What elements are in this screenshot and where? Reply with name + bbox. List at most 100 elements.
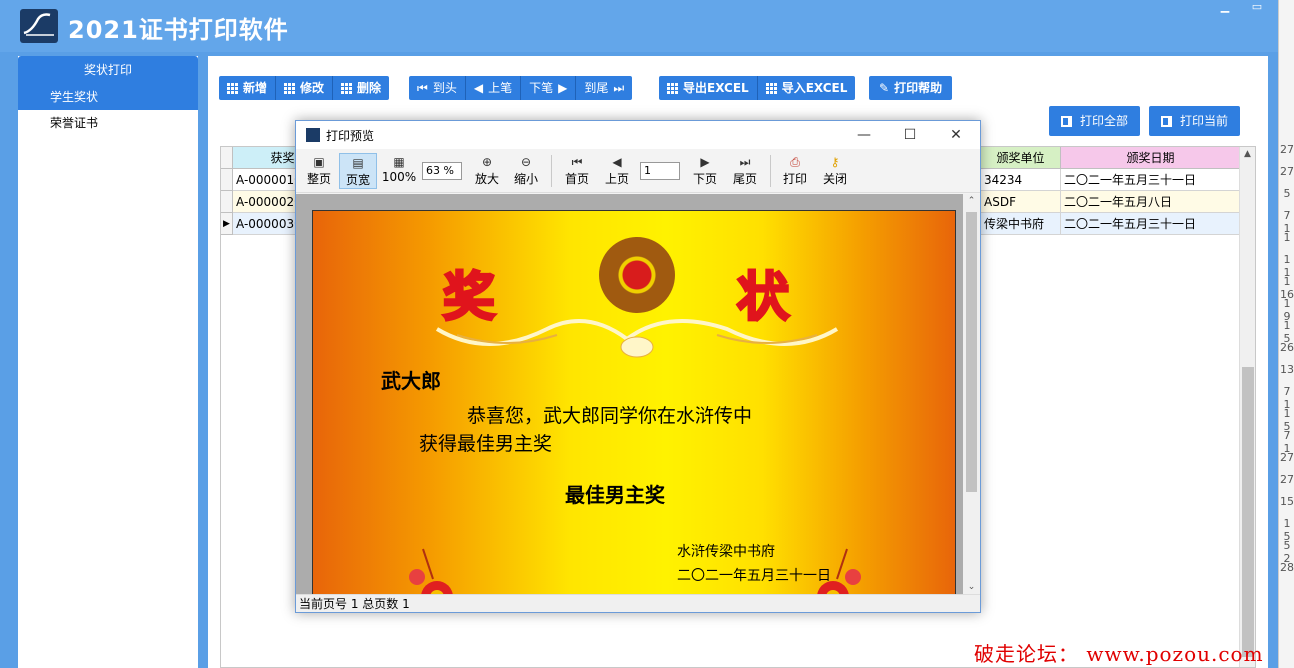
close-icon[interactable]: ✕: [933, 121, 979, 149]
print-icon: [1161, 115, 1172, 127]
import-excel-button[interactable]: 导入EXCEL: [758, 76, 856, 100]
first-record-button[interactable]: ⏮ 到头: [409, 76, 466, 100]
triangle-left-icon: ◀: [612, 155, 622, 169]
sidebar-item-student-award[interactable]: 学生奖状: [18, 84, 198, 110]
delete-label: 删除: [357, 81, 382, 95]
minimize-icon[interactable]: ▁: [1212, 0, 1238, 16]
first-label: 到头: [432, 81, 457, 95]
triangle-left-icon: ◀: [473, 81, 484, 95]
print-current-label: 打印当前: [1180, 114, 1229, 128]
add-button[interactable]: 新增: [219, 76, 277, 100]
zoom-in-label: 放大: [474, 172, 499, 186]
print-all-label: 打印全部: [1080, 114, 1129, 128]
table-cell-date[interactable]: 二〇二一年五月三十一日: [1061, 213, 1241, 235]
page-number-input[interactable]: 1: [640, 162, 680, 180]
import-excel-label: 导入EXCEL: [781, 81, 848, 95]
strip-text: 26: [1280, 341, 1294, 354]
zoom-in-button[interactable]: ⊕ 放大: [468, 153, 506, 189]
prev-page-label: 上页: [604, 172, 629, 186]
current-row-indicator-icon[interactable]: ▶: [221, 213, 233, 235]
table-cell-issuer[interactable]: 34234: [981, 169, 1061, 191]
table-cell-issuer[interactable]: ASDF: [981, 191, 1061, 213]
page-width-label: 页宽: [345, 173, 370, 187]
page-icon: ▦: [393, 155, 405, 169]
print-all-button[interactable]: 打印全部: [1049, 106, 1141, 136]
last-page-label: 尾页: [732, 172, 757, 186]
table-cell-date[interactable]: 二〇二一年五月八日: [1061, 191, 1241, 213]
row-header[interactable]: [221, 169, 233, 191]
skip-end-icon: ⏭: [739, 155, 751, 169]
edit-button-group: 新增 修改 删除: [219, 76, 390, 100]
print-current-button[interactable]: 打印当前: [1149, 106, 1241, 136]
print-icon: [1061, 115, 1072, 127]
help-button-group: ✎ 打印帮助: [869, 76, 953, 100]
scroll-up-icon[interactable]: ⌃: [963, 194, 980, 208]
minimize-icon[interactable]: —: [841, 121, 887, 149]
strip-text: 27: [1280, 165, 1294, 178]
preview-scrollbar[interactable]: ⌃ ⌄: [963, 194, 980, 594]
next-record-button[interactable]: 下笔 ▶: [521, 76, 577, 100]
edit-label: 修改: [300, 81, 325, 95]
sidebar-item-honor-certificate[interactable]: 荣誉证书: [18, 110, 198, 136]
zoom-out-button[interactable]: ⊖ 缩小: [507, 153, 545, 189]
maximize-icon[interactable]: ▭: [1244, 0, 1270, 16]
close-label: 关闭: [822, 172, 847, 186]
sidebar-header[interactable]: 奖状打印: [18, 56, 198, 84]
corner-cell: [221, 147, 233, 169]
whole-page-button[interactable]: ▣ 整页: [300, 153, 338, 189]
delete-button[interactable]: 删除: [333, 76, 389, 100]
scroll-up-icon[interactable]: ▲: [1240, 147, 1255, 161]
zoom-100-button[interactable]: ▦ 100%: [380, 153, 418, 189]
last-page-button[interactable]: ⏭ 尾页: [726, 153, 764, 189]
flower-icon: [409, 548, 453, 594]
certificate-line-2: 获得最佳男主奖: [419, 433, 553, 455]
row-header[interactable]: [221, 191, 233, 213]
toolbar-separator: [551, 155, 552, 187]
column-header-date[interactable]: 颁奖日期: [1061, 147, 1241, 169]
skip-start-icon: ⏮: [571, 155, 583, 169]
scrollbar-thumb[interactable]: [966, 212, 977, 492]
first-page-label: 首页: [564, 172, 589, 186]
edit-button[interactable]: 修改: [276, 76, 334, 100]
skip-start-icon: ⏮: [417, 81, 428, 95]
print-button[interactable]: ⎙ 打印: [776, 153, 814, 189]
next-page-button[interactable]: ▶ 下页: [686, 153, 724, 189]
strip-text: 5: [1283, 187, 1291, 200]
zoom-input[interactable]: 63 %: [422, 162, 462, 180]
prev-label: 上笔: [488, 81, 513, 95]
dialog-title-bar[interactable]: 打印预览 — ☐ ✕: [296, 121, 980, 149]
last-record-button[interactable]: 到尾 ⏭: [576, 76, 632, 100]
print-help-button[interactable]: ✎ 打印帮助: [869, 76, 952, 100]
add-label: 新增: [243, 81, 268, 95]
key-icon: ⚷: [830, 155, 840, 169]
maximize-icon[interactable]: ☐: [887, 121, 933, 149]
close-button[interactable]: ⚷ 关闭: [816, 153, 854, 189]
zoom-out-icon: ⊖: [520, 155, 532, 169]
table-cell-date[interactable]: 二〇二一年五月三十一日: [1061, 169, 1241, 191]
export-excel-button[interactable]: 导出EXCEL: [659, 76, 758, 100]
issuer-name: 水浒传梁中书府: [677, 544, 775, 560]
ornament-icon: [435, 319, 839, 358]
navigation-button-group: ⏮ 到头 ◀ 上笔 下笔 ▶ 到尾 ⏭: [409, 76, 633, 100]
table-scrollbar[interactable]: ▲: [1239, 147, 1255, 667]
table-cell-issuer[interactable]: 传梁中书府: [981, 213, 1061, 235]
export-excel-label: 导出EXCEL: [683, 81, 749, 95]
preview-canvas[interactable]: 奖 状 武大郎 恭喜您，武大郎同学你在水浒传中 获得最佳男主奖 最佳男主奖 水浒…: [296, 194, 980, 594]
strip-text: 27: [1280, 451, 1294, 464]
last-label: 到尾: [584, 81, 609, 95]
first-page-button[interactable]: ⏮ 首页: [558, 153, 596, 189]
print-preview-dialog: 打印预览 — ☐ ✕ ▣ 整页 ▤ 页宽 ▦ 100% 63 % ⊕ 放大 ⊖ 缩小 ⏮ 首…: [295, 120, 981, 613]
print-label: 打印: [782, 172, 807, 186]
prev-record-button[interactable]: ◀ 上笔: [466, 76, 522, 100]
page-width-button[interactable]: ▤ 页宽: [339, 153, 377, 189]
prev-page-button[interactable]: ◀ 上页: [598, 153, 636, 189]
strip-text: 27: [1280, 143, 1294, 156]
zoom-100-label: 100%: [381, 170, 417, 184]
dialog-title: 打印预览: [326, 128, 375, 143]
grid-icon: [765, 82, 777, 94]
preview-toolbar: ▣ 整页 ▤ 页宽 ▦ 100% 63 % ⊕ 放大 ⊖ 缩小 ⏮ 首页 ◀ 上页 1 ▶ 下页…: [296, 149, 980, 193]
grid-icon: [341, 82, 353, 94]
column-header-issuer[interactable]: 颁奖单位: [981, 147, 1061, 169]
scrollbar-thumb[interactable]: [1242, 367, 1254, 657]
scroll-down-icon[interactable]: ⌄: [963, 580, 980, 594]
